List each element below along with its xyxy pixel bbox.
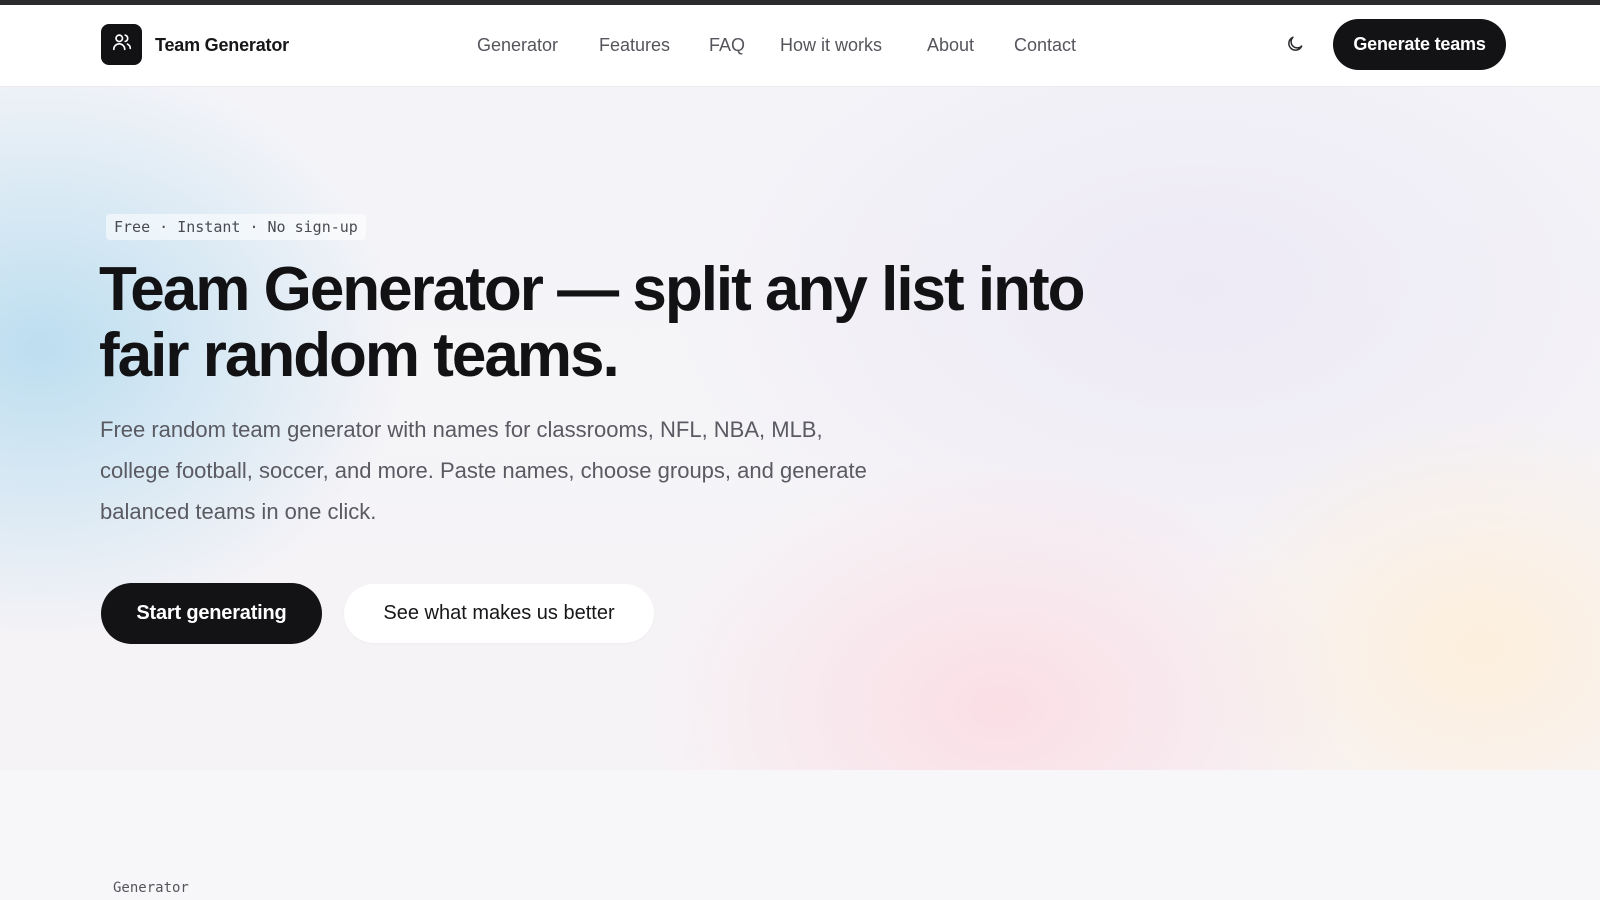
top-navbar: Team Generator Generator Features FAQ Ho… — [0, 5, 1600, 87]
nav-link-faq[interactable]: FAQ — [709, 35, 745, 56]
hero-subtitle-line-1: Free random team generator with names fo… — [100, 417, 823, 442]
start-generating-button[interactable]: Start generating — [101, 583, 322, 644]
page-title-line-1: Team Generator — split any list into — [99, 255, 1086, 324]
page-title-line-2: fair random teams. — [99, 321, 620, 390]
hero-subtitle: Free random team generator with names fo… — [100, 409, 980, 532]
nav-link-contact[interactable]: Contact — [1014, 35, 1076, 56]
moon-icon — [1285, 34, 1305, 59]
hero-subtitle-line-3: balanced teams in one click. — [100, 499, 377, 524]
hero-subtitle-line-2: college football, soccer, and more. Past… — [100, 458, 867, 483]
users-icon — [111, 31, 133, 58]
hero-badge: Free · Instant · No sign-up — [106, 214, 366, 240]
generator-section-label: Generator — [113, 880, 189, 896]
nav-link-how-it-works[interactable]: How it works — [780, 35, 882, 56]
nav-link-features[interactable]: Features — [599, 35, 670, 56]
nav-link-generator[interactable]: Generator — [477, 35, 558, 56]
theme-toggle-button[interactable] — [1280, 31, 1310, 61]
brand-name[interactable]: Team Generator — [155, 35, 289, 56]
nav-link-about[interactable]: About — [927, 35, 974, 56]
page-title: Team Generator — split any list into fai… — [99, 257, 1099, 389]
see-what-makes-us-better-button[interactable]: See what makes us better — [344, 584, 654, 643]
generate-teams-button[interactable]: Generate teams — [1333, 19, 1506, 70]
logo[interactable] — [101, 24, 142, 65]
hero-section: Free · Instant · No sign-up Team Generat… — [0, 87, 1600, 770]
